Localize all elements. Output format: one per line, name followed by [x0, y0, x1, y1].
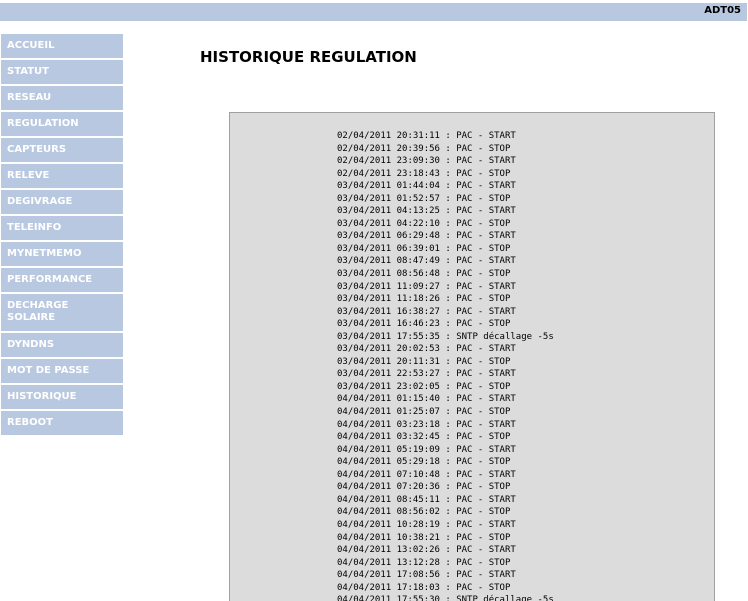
- sidebar-item-mynetmemo[interactable]: MYNETMEMO: [1, 242, 123, 266]
- page: ADT05 ACCUEIL STATUT RESEAU REGULATION C…: [0, 0, 748, 601]
- sidebar-nav: ACCUEIL STATUT RESEAU REGULATION CAPTEUR…: [1, 34, 123, 437]
- log-line: 02/04/2011 20:39:56 : PAC - STOP: [337, 143, 511, 154]
- log-line: 03/04/2011 01:52:57 : PAC - STOP: [337, 193, 511, 204]
- sidebar-item-mot-de-passe[interactable]: MOT DE PASSE: [1, 359, 123, 383]
- log-line: 04/04/2011 08:56:02 : PAC - STOP: [337, 507, 511, 518]
- log-line: 04/04/2011 10:28:19 : PAC - START: [337, 519, 516, 530]
- sidebar-item-decharge-solaire[interactable]: DECHARGE SOLAIRE: [1, 294, 123, 331]
- sidebar-item-reboot[interactable]: REBOOT: [1, 411, 123, 435]
- header-bar: ADT05: [0, 3, 747, 21]
- sidebar-item-capteurs[interactable]: CAPTEURS: [1, 138, 123, 162]
- log-line: 03/04/2011 20:11:31 : PAC - STOP: [337, 356, 511, 367]
- log-line: 03/04/2011 01:44:04 : PAC - START: [337, 181, 516, 192]
- log-line: 03/04/2011 22:53:27 : PAC - START: [337, 369, 516, 380]
- log-line: 04/04/2011 17:08:56 : PAC - START: [337, 570, 516, 581]
- log-line: 03/04/2011 04:22:10 : PAC - STOP: [337, 218, 511, 229]
- log-line: 04/04/2011 07:10:48 : PAC - START: [337, 469, 516, 480]
- device-name: ADT05: [704, 5, 741, 16]
- sidebar-item-dyndns[interactable]: DYNDNS: [1, 333, 123, 357]
- page-title: HISTORIQUE REGULATION: [200, 48, 417, 66]
- log-line: 02/04/2011 20:31:11 : PAC - START: [337, 131, 516, 141]
- log-line: 04/04/2011 17:18:03 : PAC - STOP: [337, 582, 511, 593]
- log-line: 04/04/2011 07:20:36 : PAC - STOP: [337, 482, 511, 493]
- log-line: 03/04/2011 11:18:26 : PAC - STOP: [337, 294, 511, 305]
- log-line: 03/04/2011 23:02:05 : PAC - STOP: [337, 381, 511, 392]
- log-line: 04/04/2011 01:25:07 : PAC - STOP: [337, 407, 511, 418]
- log-line: 04/04/2011 03:23:18 : PAC - START: [337, 419, 516, 430]
- log-list: 02/04/2011 20:31:11 : PAC - START 02/04/2…: [337, 130, 554, 601]
- sidebar-item-performance[interactable]: PERFORMANCE: [1, 268, 123, 292]
- sidebar-item-reseau[interactable]: RESEAU: [1, 86, 123, 110]
- log-line: 03/04/2011 20:02:53 : PAC - START: [337, 344, 516, 355]
- sidebar-item-regulation[interactable]: REGULATION: [1, 112, 123, 136]
- log-line: 03/04/2011 16:46:23 : PAC - STOP: [337, 319, 511, 330]
- log-line: 03/04/2011 06:39:01 : PAC - STOP: [337, 243, 511, 254]
- log-line: 02/04/2011 23:18:43 : PAC - STOP: [337, 168, 511, 179]
- log-panel[interactable]: 02/04/2011 20:31:11 : PAC - START 02/04/2…: [229, 112, 715, 601]
- log-line: 03/04/2011 17:55:35 : SNTP décallage -5s: [337, 331, 554, 342]
- log-line: 04/04/2011 03:32:45 : PAC - STOP: [337, 432, 511, 443]
- log-line: 04/04/2011 05:19:09 : PAC - START: [337, 444, 516, 455]
- log-line: 03/04/2011 11:09:27 : PAC - START: [337, 281, 516, 292]
- log-line: 04/04/2011 13:02:26 : PAC - START: [337, 545, 516, 556]
- log-line: 03/04/2011 16:38:27 : PAC - START: [337, 306, 516, 317]
- sidebar-item-degivrage[interactable]: DEGIVRAGE: [1, 190, 123, 214]
- log-line: 04/04/2011 05:29:18 : PAC - STOP: [337, 457, 511, 468]
- sidebar-item-releve[interactable]: RELEVE: [1, 164, 123, 188]
- log-line: 02/04/2011 23:09:30 : PAC - START: [337, 156, 516, 167]
- log-line: 03/04/2011 08:56:48 : PAC - STOP: [337, 269, 511, 280]
- log-line: 04/04/2011 01:15:40 : PAC - START: [337, 394, 516, 405]
- log-line: 04/04/2011 08:45:11 : PAC - START: [337, 494, 516, 505]
- log-line: 03/04/2011 06:29:48 : PAC - START: [337, 231, 516, 242]
- log-line: 03/04/2011 04:13:25 : PAC - START: [337, 206, 516, 217]
- log-line: 04/04/2011 13:12:28 : PAC - STOP: [337, 557, 511, 568]
- sidebar-item-historique[interactable]: HISTORIQUE: [1, 385, 123, 409]
- log-line: 04/04/2011 10:38:21 : PAC - STOP: [337, 532, 511, 543]
- sidebar-item-accueil[interactable]: ACCUEIL: [1, 34, 123, 58]
- log-line: 03/04/2011 08:47:49 : PAC - START: [337, 256, 516, 267]
- sidebar-item-statut[interactable]: STATUT: [1, 60, 123, 84]
- log-line: 04/04/2011 17:55:30 : SNTP décallage -5s: [337, 595, 554, 601]
- sidebar-item-teleinfo[interactable]: TELEINFO: [1, 216, 123, 240]
